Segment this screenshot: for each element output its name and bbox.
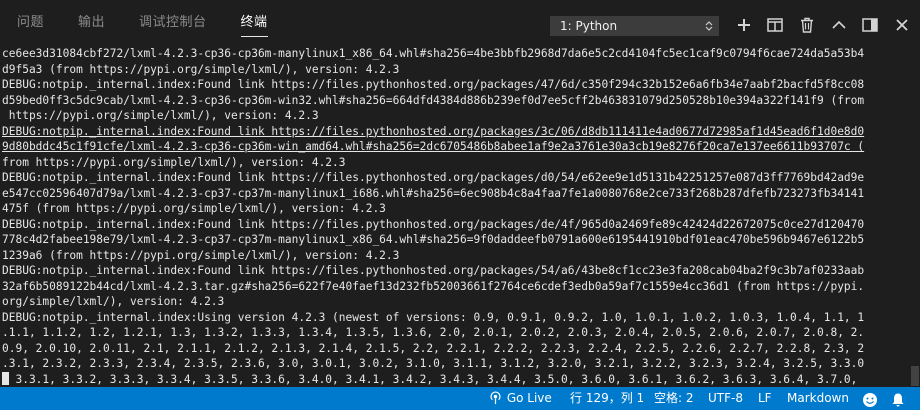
terminal-line: DEBUG:notpip._internal.index:Found link … bbox=[2, 124, 865, 138]
terminal-line: 0.9, 2.0.10, 2.0.11, 2.1, 2.1.1, 2.1.2, … bbox=[2, 341, 865, 355]
terminal-line: 1239a6 (from https://pypi.org/simple/lxm… bbox=[2, 248, 400, 262]
cursor-position[interactable]: 行 129，列 1 bbox=[570, 387, 644, 410]
terminal-select[interactable]: 1: Python bbox=[550, 16, 719, 36]
terminal-line: .3.1, 2.3.2, 2.3.3, 2.3.4, 2.3.5, 2.3.6,… bbox=[2, 357, 865, 370]
kill-terminal-button[interactable] bbox=[798, 16, 816, 34]
terminal-line: DEBUG:notpip._internal.index:Using versi… bbox=[2, 310, 865, 324]
tab-label: 问题 bbox=[17, 15, 45, 30]
terminal-line: org/simple/lxml/), version: 4.2.3 bbox=[2, 295, 225, 308]
tab-problems[interactable]: 问题 bbox=[0, 0, 61, 46]
feedback-button[interactable] bbox=[862, 390, 878, 407]
terminal-line: 32af6b5089122b44cd/lxml-4.2.3.tar.gz#sha… bbox=[2, 279, 865, 293]
split-terminal-button[interactable] bbox=[766, 16, 784, 34]
split-icon bbox=[767, 18, 783, 32]
bell-icon bbox=[892, 393, 904, 407]
scrollbar-thumb[interactable] bbox=[911, 366, 919, 386]
terminal-line: d9f5a3 (from https://pypi.org/simple/lxm… bbox=[2, 62, 400, 76]
terminal-line: , 3.3.1, 3.3.2, 3.3.3, 3.3.4, 3.3.5, 3.3… bbox=[2, 372, 858, 386]
terminal-line: https://pypi.org/simple/lxml/), version:… bbox=[2, 109, 319, 122]
broadcast-icon bbox=[490, 391, 501, 405]
panel-tabs: 问题 输出 调试控制台 终端 bbox=[0, 0, 285, 46]
tab-debug-console[interactable]: 调试控制台 bbox=[122, 0, 224, 46]
close-icon bbox=[896, 19, 908, 31]
encoding[interactable]: UTF-8 bbox=[708, 387, 743, 410]
terminal-line: 778c4d2fabee198e79/lxml-4.2.3-cp37-cp37m… bbox=[2, 233, 865, 246]
toggle-panel-position-button[interactable] bbox=[861, 16, 879, 34]
terminal-line: d59bed0ff3c5dc9cab/lxml-4.2.3-cp36-cp36m… bbox=[2, 93, 865, 107]
terminal-line: .1.1, 1.1.2, 1.2, 1.2.1, 1.3, 1.3.2, 1.3… bbox=[2, 326, 865, 339]
terminal-line: DEBUG:notpip._internal.index:Found link … bbox=[2, 264, 865, 277]
terminal-line: ce6ee3d31084cbf272/lxml-4.2.3-cp36-cp36m… bbox=[2, 47, 865, 60]
tab-output[interactable]: 输出 bbox=[61, 0, 122, 46]
indentation[interactable]: 空格: 2 bbox=[654, 387, 694, 410]
notifications-button[interactable] bbox=[890, 390, 906, 407]
close-panel-button[interactable] bbox=[893, 16, 911, 34]
chevron-up-icon bbox=[832, 20, 846, 29]
terminal-line: e547cc02596407d79a/lxml-4.2.3-cp37-cp37m… bbox=[2, 186, 865, 200]
go-live-label: Go Live bbox=[506, 391, 552, 405]
terminal-output[interactable]: ce6ee3d31084cbf272/lxml-4.2.3-cp36-cp36m… bbox=[2, 46, 907, 387]
panel-layout-icon bbox=[862, 18, 878, 32]
terminal-select-value: 1: Python bbox=[560, 19, 618, 33]
language-mode[interactable]: Markdown bbox=[787, 387, 849, 410]
smiley-icon bbox=[863, 393, 877, 407]
terminal-scrollbar[interactable] bbox=[908, 46, 920, 387]
end-of-line[interactable]: LF bbox=[758, 387, 772, 410]
tab-label: 调试控制台 bbox=[139, 15, 207, 30]
terminal-line: DEBUG:notpip._internal.index:Found link … bbox=[2, 217, 865, 231]
terminal-line: 475f (from https://pypi.org/simple/lxml/… bbox=[2, 202, 386, 215]
terminal-line: DEBUG:notpip._internal.index:Found link … bbox=[2, 78, 865, 91]
terminal-line: DEBUG:notpip._internal.index:Found link … bbox=[2, 171, 865, 184]
go-live-button[interactable]: Go Live bbox=[488, 387, 552, 410]
panel-header: 问题 输出 调试控制台 终端 1: Python bbox=[0, 0, 920, 46]
terminal-line: 9d80bddc45c1f91cfe/lxml-4.2.3-cp36-cp36m… bbox=[2, 140, 865, 153]
tab-label: 终端 bbox=[240, 12, 268, 37]
new-terminal-button[interactable] bbox=[735, 16, 753, 34]
tab-terminal[interactable]: 终端 bbox=[224, 0, 285, 46]
terminal-cursor bbox=[2, 372, 9, 385]
maximize-panel-button[interactable] bbox=[830, 16, 848, 34]
select-arrows-icon bbox=[705, 21, 713, 31]
plus-icon bbox=[738, 19, 750, 31]
terminal-line: from https://pypi.org/simple/lxml/), ver… bbox=[2, 155, 346, 169]
tab-label: 输出 bbox=[78, 15, 106, 30]
status-bar: Go Live 行 129，列 1 空格: 2 UTF-8 LF Markdow… bbox=[0, 387, 920, 410]
trash-icon bbox=[801, 17, 813, 33]
